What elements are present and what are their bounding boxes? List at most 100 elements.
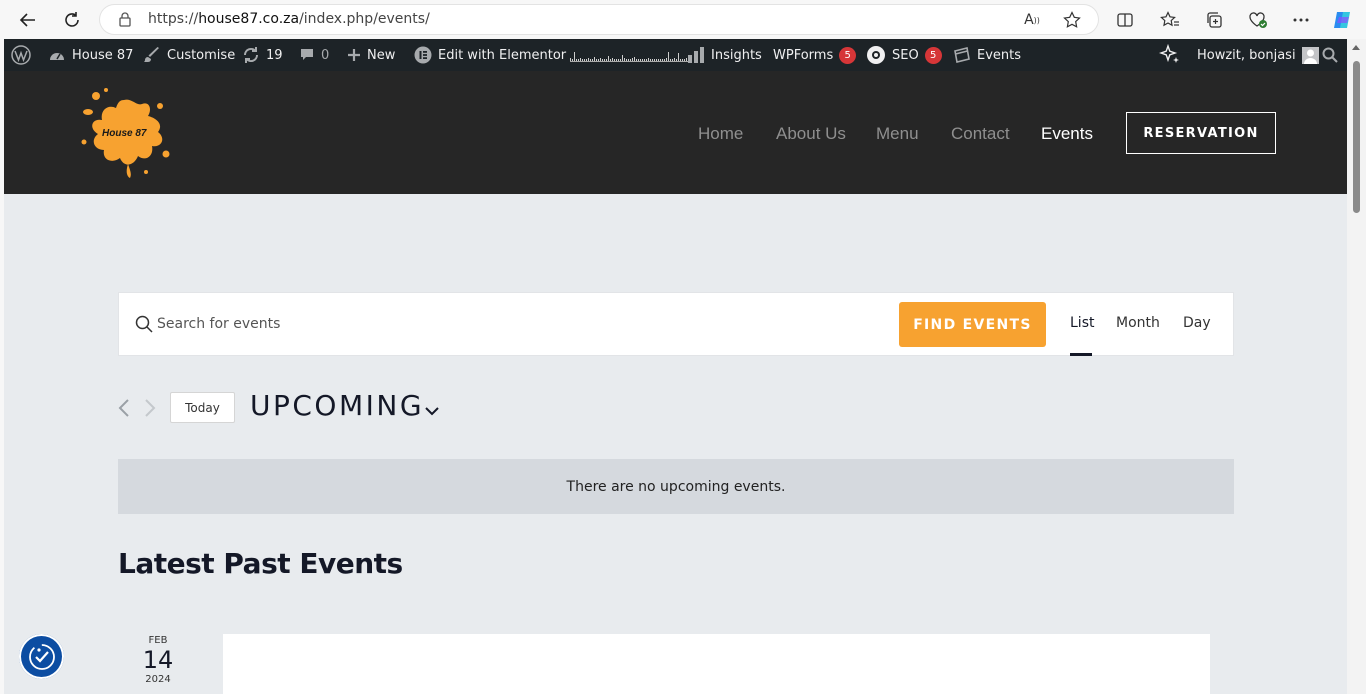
sparkline-bar	[588, 58, 589, 61]
past-events-heading: Latest Past Events	[118, 547, 403, 580]
view-tab-month[interactable]: Month	[1116, 315, 1160, 331]
page-scrollbar[interactable]	[1347, 39, 1366, 694]
view-tab-day[interactable]: Day	[1183, 315, 1211, 331]
ai-sparkle-icon[interactable]	[1159, 39, 1181, 71]
active-view-indicator	[1070, 353, 1092, 356]
sparkline-bar	[574, 52, 575, 61]
sparkline-bar	[614, 59, 615, 61]
sparkline-bar	[602, 59, 603, 61]
wpforms-label: WPForms	[773, 47, 834, 63]
sparkline-bar	[654, 59, 655, 61]
sparkline-bar	[646, 59, 647, 61]
calendar-icon	[954, 47, 970, 63]
lock-icon	[118, 12, 132, 31]
adminbar-search-icon[interactable]	[1322, 39, 1338, 71]
avatar	[1301, 46, 1319, 64]
sparkline-bar	[648, 58, 649, 61]
adminbar-elementor-link[interactable]: Edit with Elementor	[414, 39, 566, 71]
copilot-icon[interactable]	[1331, 9, 1353, 31]
sparkline-bar	[676, 59, 677, 61]
sparkline-bar	[658, 59, 659, 61]
more-options-icon[interactable]	[1290, 9, 1312, 31]
event-day: 14	[142, 646, 174, 674]
scrollbar-thumb[interactable]	[1353, 61, 1360, 213]
next-chevron-icon[interactable]	[144, 399, 156, 421]
read-aloud-icon[interactable]: A))	[1022, 10, 1042, 30]
accessibility-widget-button[interactable]	[19, 634, 64, 679]
elementor-icon	[414, 46, 432, 64]
events-search-input[interactable]	[157, 305, 857, 343]
address-bar[interactable]: https://house87.co.za/index.php/events/ …	[100, 5, 1098, 34]
sparkline-bar	[596, 59, 597, 61]
sparkline-bar	[680, 59, 681, 61]
sparkline-bar	[572, 59, 573, 61]
sparkline-bar	[684, 59, 685, 61]
previous-chevron-icon[interactable]	[118, 399, 130, 421]
seo-label: SEO	[892, 47, 919, 63]
sparkline-bar	[606, 59, 607, 61]
sparkline-bar	[634, 57, 635, 61]
nav-contact[interactable]: Contact	[951, 124, 1010, 144]
search-icon	[135, 315, 153, 337]
sparkline-bar	[622, 55, 623, 61]
adminbar-seo-link[interactable]: SEO 5	[866, 39, 942, 71]
wordpress-logo-icon[interactable]	[11, 39, 31, 71]
favorite-star-icon[interactable]	[1062, 10, 1082, 30]
refresh-icon[interactable]	[59, 7, 85, 33]
sparkline-bar	[578, 59, 579, 61]
no-events-notice: There are no upcoming events.	[118, 459, 1234, 514]
elementor-label: Edit with Elementor	[438, 47, 567, 63]
logo-text: House 87	[102, 128, 147, 139]
nav-menu[interactable]: Menu	[876, 124, 919, 144]
adminbar-updates-link[interactable]: 19	[242, 39, 283, 71]
adminbar-insights-link[interactable]: Insights	[687, 39, 762, 71]
scroll-up-arrow-icon[interactable]	[1352, 45, 1360, 50]
adminbar-site-link[interactable]: House 87	[48, 39, 133, 71]
sparkline-bar	[580, 58, 581, 61]
split-screen-icon[interactable]	[1114, 9, 1136, 31]
sparkline-bar	[590, 59, 591, 61]
sparkline-bar	[674, 58, 675, 61]
site-header: House 87 Home About Us Menu Contact Even…	[4, 71, 1347, 194]
seo-gear-icon	[867, 46, 885, 64]
adminbar-comments-link[interactable]: 0	[299, 39, 329, 71]
back-icon[interactable]	[15, 7, 41, 33]
comments-count: 0	[321, 47, 330, 63]
adminbar-account-link[interactable]: Howzit, bonjasi	[1197, 39, 1319, 71]
sparkline-bar	[570, 58, 571, 61]
sparkline-bar	[594, 57, 595, 61]
adminbar-new-link[interactable]: New	[347, 39, 395, 71]
sparkline-bar	[610, 59, 611, 61]
sparkline-bar	[682, 59, 683, 61]
past-event-card[interactable]	[223, 634, 1210, 694]
view-tab-list[interactable]: List	[1070, 315, 1094, 331]
browser-toolbar: https://house87.co.za/index.php/events/ …	[0, 0, 1366, 39]
sparkline-bar	[626, 59, 627, 61]
sparkline-bar	[660, 59, 661, 61]
sparkline-bar	[638, 59, 639, 61]
nav-events[interactable]: Events	[1041, 124, 1093, 144]
wp-admin-bar: House 87 Customise 19 0 New Edit with El…	[4, 39, 1347, 71]
insights-label: Insights	[711, 47, 762, 63]
sparkline-bar	[640, 59, 641, 61]
chevron-down-icon[interactable]	[425, 401, 439, 420]
period-selector[interactable]: UPCOMING	[250, 389, 424, 422]
sparkline-bar	[628, 59, 629, 61]
wpforms-badge: 5	[839, 46, 857, 64]
adminbar-customise-link[interactable]: Customise	[143, 39, 235, 71]
nav-home[interactable]: Home	[698, 124, 743, 144]
favorites-icon[interactable]	[1159, 9, 1181, 31]
traffic-sparkline[interactable]	[570, 39, 689, 71]
adminbar-wpforms-link[interactable]: WPForms 5	[773, 39, 857, 71]
adminbar-events-link[interactable]: Events	[953, 39, 1021, 71]
nav-about-us[interactable]: About Us	[776, 124, 846, 144]
sparkline-bar	[598, 59, 599, 61]
reservation-button[interactable]: RESERVATION	[1126, 112, 1276, 154]
sparkline-bar	[666, 58, 667, 61]
sparkline-bar	[576, 59, 577, 61]
extension-heart-icon[interactable]	[1247, 9, 1269, 31]
comment-icon	[301, 49, 313, 60]
find-events-button[interactable]: FIND EVENTS	[899, 302, 1046, 347]
collections-icon[interactable]	[1203, 9, 1225, 31]
today-button[interactable]: Today	[170, 392, 235, 423]
